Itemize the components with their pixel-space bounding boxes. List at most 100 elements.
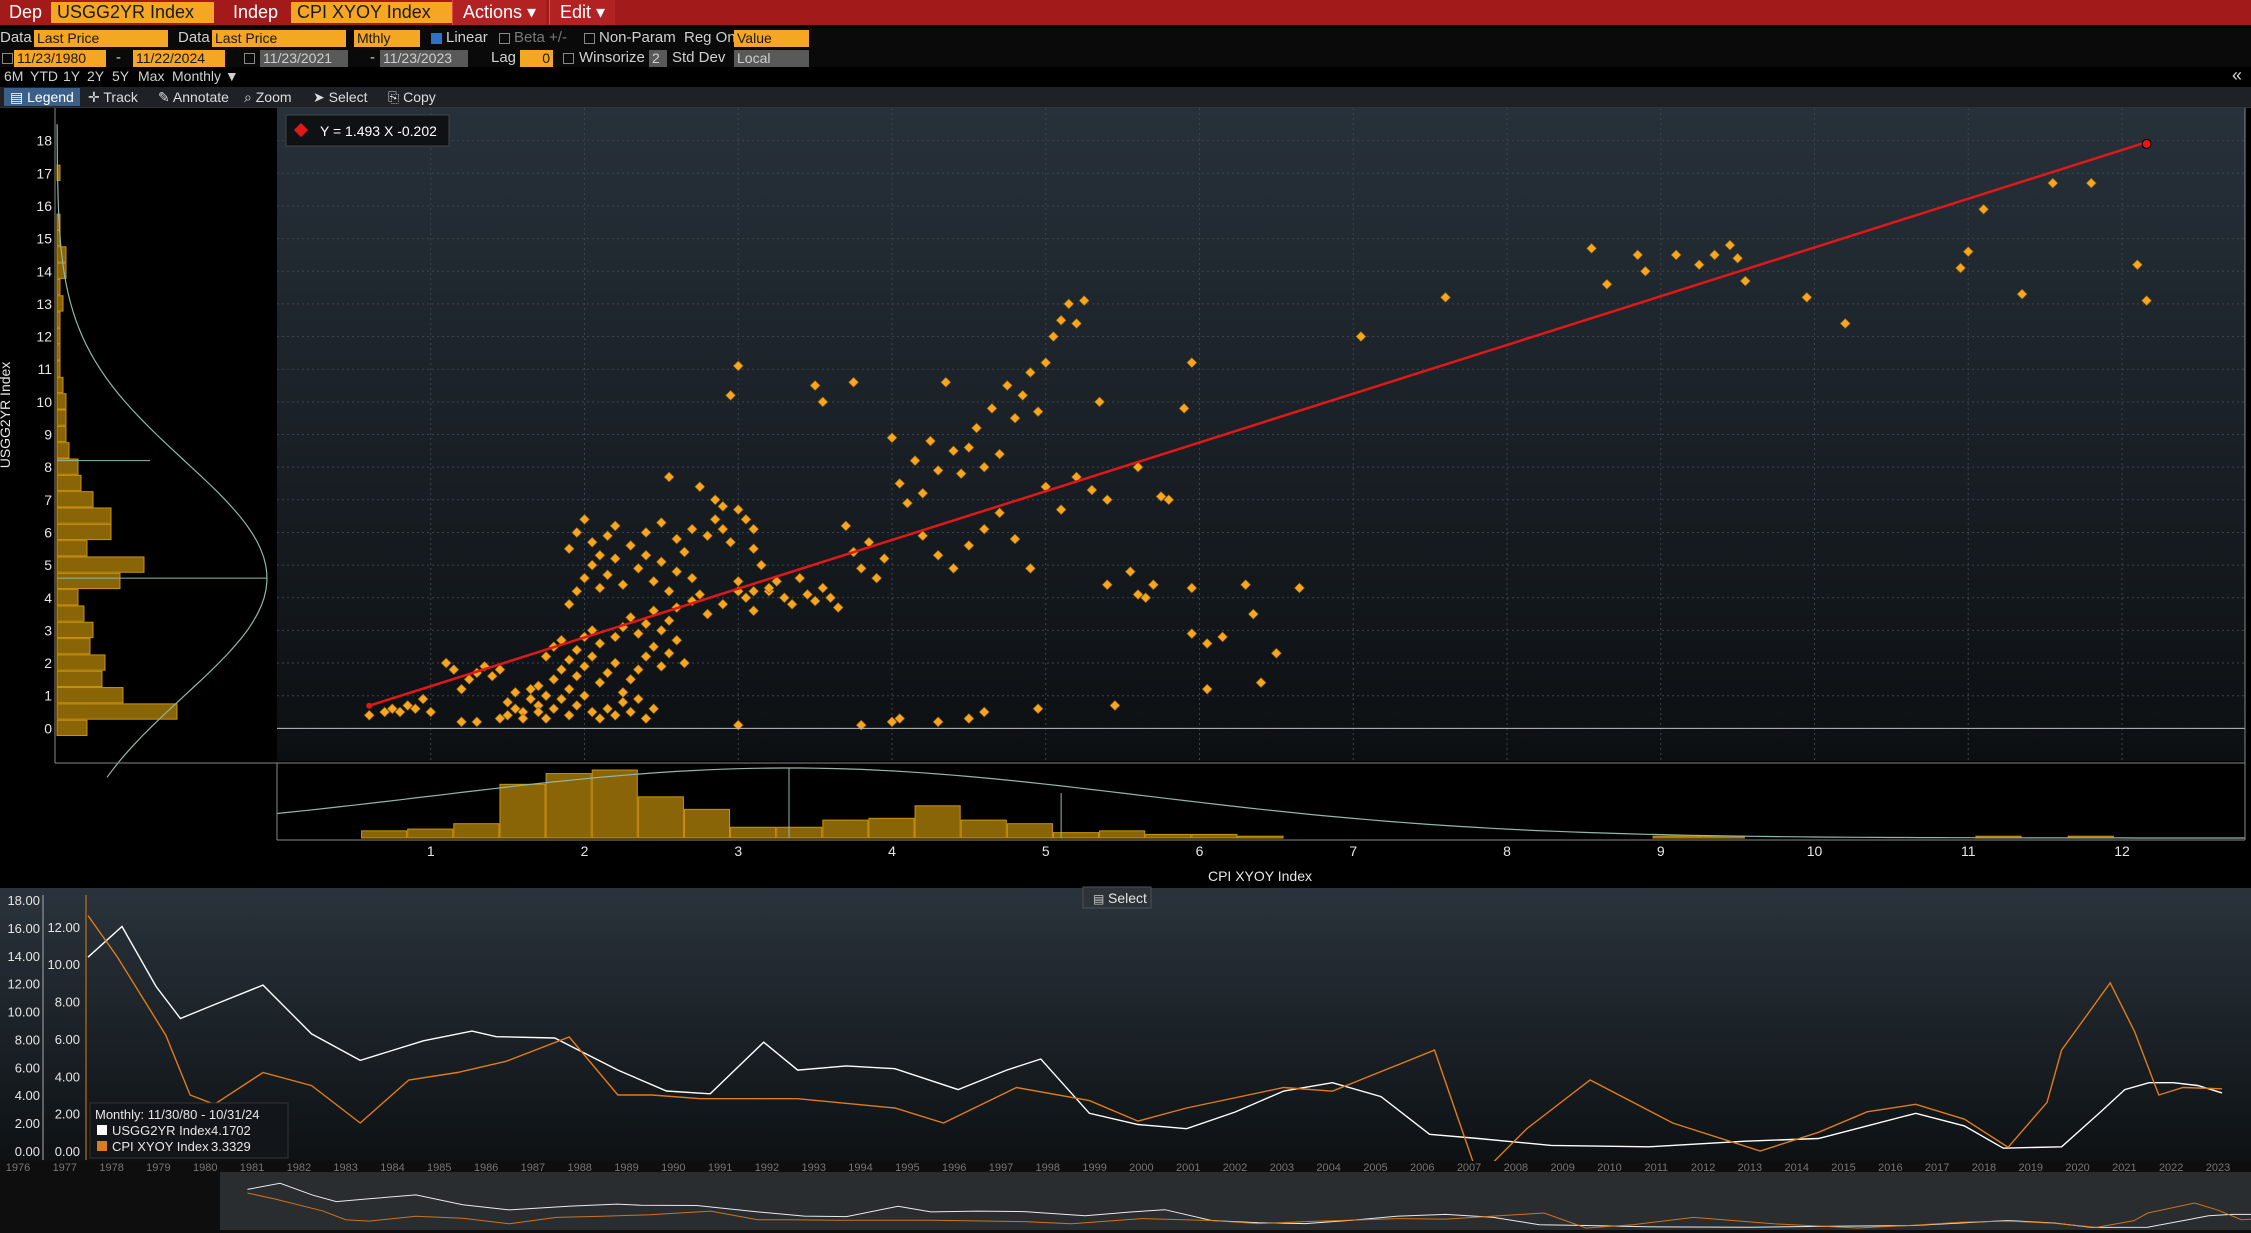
timeline-year: 1986 bbox=[474, 1162, 498, 1174]
x-histogram bbox=[276, 767, 2245, 839]
y-hist-bar bbox=[56, 507, 112, 524]
right-y-tick-label: 12.00 bbox=[47, 920, 80, 935]
regression-legend[interactable]: Y = 1.493 X -0.202 bbox=[285, 114, 450, 147]
left-y-tick-label: 10.00 bbox=[7, 1005, 40, 1020]
y-hist-bar bbox=[56, 589, 79, 606]
timeline-year: 1999 bbox=[1082, 1162, 1106, 1174]
x-tick-label: 10 bbox=[1807, 843, 1823, 859]
y-tick-label: 3 bbox=[44, 622, 52, 638]
y-histogram bbox=[56, 124, 268, 778]
x-tick-label: 8 bbox=[1503, 843, 1511, 859]
x-tick-label: 5 bbox=[1042, 843, 1050, 859]
x-hist-bar bbox=[776, 826, 823, 839]
select-icon: ▤ bbox=[1093, 892, 1104, 906]
y-hist-bar bbox=[56, 556, 145, 573]
y-tick-label: 2 bbox=[44, 655, 52, 671]
timeline-year: 1981 bbox=[240, 1162, 264, 1174]
x-axis-label: CPI XYOY Index bbox=[1208, 868, 1312, 884]
right-y-tick-label: 4.00 bbox=[55, 1069, 80, 1084]
latest-point-marker bbox=[2141, 138, 2152, 149]
y-hist-bar bbox=[56, 458, 79, 475]
y-hist-bar bbox=[56, 376, 64, 394]
y-tick-label: 8 bbox=[44, 459, 52, 475]
x-tick-label: 2 bbox=[581, 843, 589, 859]
timeline-year: 2020 bbox=[2065, 1162, 2089, 1174]
y-hist-bar bbox=[56, 295, 64, 312]
y-hist-bar bbox=[56, 311, 61, 328]
timeline-year: 2016 bbox=[1878, 1162, 1902, 1174]
y-tick-label: 0 bbox=[44, 720, 52, 736]
timeline-year: 2018 bbox=[1972, 1162, 1996, 1174]
y-hist-bar bbox=[56, 621, 94, 639]
line-legend[interactable]: Monthly: 11/30/80 - 10/31/24 USGG2YR Ind… bbox=[89, 1102, 289, 1159]
legend-value-cpi: 3.3329 bbox=[211, 1139, 251, 1154]
timeline-year: 1987 bbox=[521, 1162, 545, 1174]
line-select-button[interactable]: ▤ Select bbox=[1082, 886, 1152, 909]
x-hist-bar bbox=[868, 817, 915, 839]
x-hist-bar bbox=[683, 808, 731, 839]
x-tick-label: 1 bbox=[427, 843, 435, 859]
x-hist-bar bbox=[960, 819, 1007, 839]
y-tick-label: 18 bbox=[36, 133, 52, 149]
timeline-year: 1983 bbox=[333, 1162, 357, 1174]
y-hist-bar bbox=[56, 393, 67, 410]
x-tick-label: 7 bbox=[1349, 843, 1357, 859]
y-hist-bar bbox=[56, 344, 61, 361]
timeline-year: 2000 bbox=[1129, 1162, 1153, 1174]
timeline-year: 2013 bbox=[1738, 1162, 1762, 1174]
x-hist-bar bbox=[822, 819, 869, 839]
x-hist-bar bbox=[499, 783, 546, 839]
timeline-year: 1997 bbox=[989, 1162, 1013, 1174]
legend-value-usgg2yr: 4.1702 bbox=[211, 1123, 251, 1138]
y-hist-bar bbox=[56, 540, 88, 557]
charts-canvas[interactable]: 1 2 3 4 5 6 7 8 9 10 11 120123456789101112131415161… bbox=[0, 0, 2251, 1233]
y-tick-label: 14 bbox=[36, 263, 52, 279]
timeline-year: 2015 bbox=[1831, 1162, 1855, 1174]
x-hist-bar bbox=[1052, 832, 1100, 839]
y-tick-label: 10 bbox=[36, 394, 52, 410]
y-hist-bar bbox=[56, 360, 61, 377]
y-hist-bar bbox=[56, 491, 94, 508]
y-hist-bar bbox=[56, 703, 178, 720]
x-hist-bar bbox=[1099, 830, 1146, 839]
right-y-tick-label: 6.00 bbox=[55, 1032, 80, 1047]
x-hist-bar bbox=[730, 826, 777, 839]
x-tick-label: 9 bbox=[1657, 843, 1665, 859]
y-hist-bar bbox=[56, 572, 121, 590]
legend-title: Monthly: 11/30/80 - 10/31/24 bbox=[95, 1107, 260, 1122]
right-y-tick-label: 0.00 bbox=[55, 1144, 80, 1159]
y-tick-label: 5 bbox=[44, 557, 52, 573]
x-hist-bar bbox=[1237, 835, 1284, 839]
timeline-year: 2010 bbox=[1597, 1162, 1621, 1174]
timeline-year: 2019 bbox=[2019, 1162, 2043, 1174]
timeline-year: 2012 bbox=[1691, 1162, 1715, 1174]
x-hist-bar bbox=[1191, 833, 1238, 839]
timeline-year: 2002 bbox=[1223, 1162, 1247, 1174]
timeline-year: 1984 bbox=[380, 1162, 404, 1174]
x-hist-bar bbox=[1652, 835, 1699, 839]
x-hist-bar bbox=[545, 773, 592, 839]
timeline-year: 1988 bbox=[567, 1162, 591, 1174]
left-y-tick-label: 6.00 bbox=[15, 1060, 40, 1075]
regression-start-point bbox=[366, 702, 373, 709]
left-y-tick-label: 12.00 bbox=[7, 977, 40, 992]
timeline-year: 1979 bbox=[146, 1162, 170, 1174]
left-y-tick-label: 14.00 bbox=[7, 949, 40, 964]
y-hist-bar bbox=[56, 523, 112, 541]
timeline-year: 1985 bbox=[427, 1162, 451, 1174]
y-hist-bar bbox=[56, 425, 67, 443]
x-hist-bar bbox=[453, 823, 500, 839]
timeline-year: 1977 bbox=[53, 1162, 77, 1174]
right-y-tick-label: 10.00 bbox=[47, 957, 80, 972]
y-hist-bar bbox=[56, 687, 124, 704]
y-axis-label: USGG2YR Index bbox=[0, 362, 13, 469]
timeline-year: 1978 bbox=[99, 1162, 123, 1174]
timeline-year: 1996 bbox=[942, 1162, 966, 1174]
timeline-year: 1994 bbox=[848, 1162, 872, 1174]
timeline-year: 2005 bbox=[1363, 1162, 1387, 1174]
legend-swatch-usgg2yr bbox=[97, 1125, 107, 1135]
timeline-year: 1989 bbox=[614, 1162, 638, 1174]
y-tick-label: 6 bbox=[44, 524, 52, 540]
y-tick-label: 9 bbox=[44, 427, 52, 443]
left-y-tick-label: 16.00 bbox=[7, 921, 40, 936]
